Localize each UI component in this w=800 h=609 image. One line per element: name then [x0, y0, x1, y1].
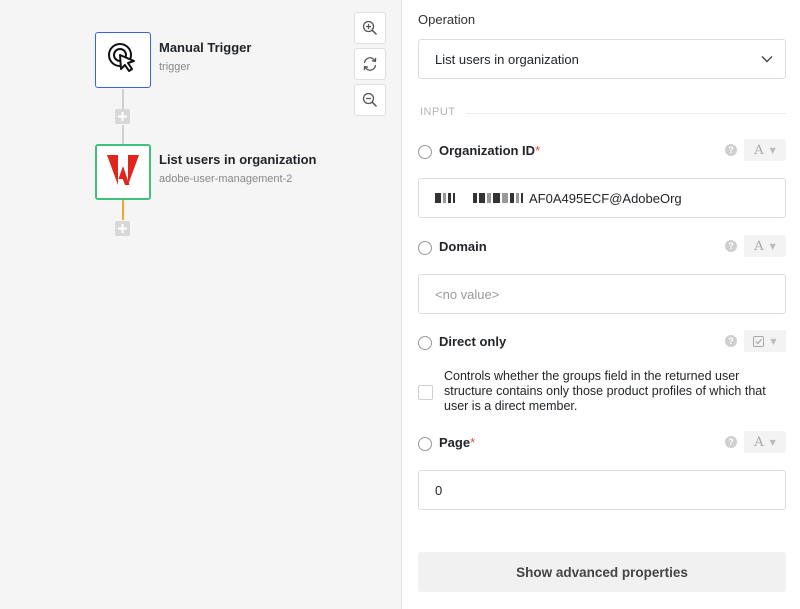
- field-label-text: Page: [439, 434, 471, 450]
- operation-select-value: List users in organization: [435, 51, 579, 67]
- checkbox-type-icon: [753, 335, 765, 347]
- organization-id-label: Organization ID*: [439, 143, 725, 158]
- domain-label: Domain: [439, 238, 487, 254]
- type-select[interactable]: A ▼: [744, 235, 786, 257]
- node-connector: [122, 125, 124, 144]
- zoom-out-icon: [362, 92, 378, 108]
- chevron-down-icon: [761, 56, 773, 63]
- zoom-out-button[interactable]: [354, 84, 386, 116]
- expression-radio[interactable]: [418, 144, 432, 159]
- pointer-click-icon: [107, 42, 139, 79]
- field-label-text: Organization ID: [439, 142, 536, 158]
- help-icon[interactable]: ?: [725, 144, 737, 156]
- expression-radio[interactable]: [418, 240, 432, 255]
- direct-only-checkbox[interactable]: [418, 385, 433, 400]
- node-subtitle: trigger: [159, 61, 191, 73]
- adobe-node-text[interactable]: List users in organization adobe-user-ma…: [159, 152, 316, 185]
- page-input[interactable]: 0: [418, 470, 786, 510]
- plus-icon: [118, 224, 127, 233]
- node-subtitle: adobe-user-management-2: [159, 173, 293, 185]
- domain-input[interactable]: <no value>: [418, 274, 786, 314]
- node-connector: [122, 89, 124, 109]
- chevron-down-icon: ▼: [770, 336, 777, 346]
- chevron-down-icon: ▼: [769, 145, 776, 155]
- node-title: List users in organization: [159, 152, 317, 167]
- page-value: 0: [435, 482, 443, 498]
- text-type-icon: A: [754, 142, 764, 158]
- chevron-down-icon: ▼: [769, 241, 776, 251]
- organization-id-input[interactable]: AF0A495ECF@AdobeOrg: [418, 178, 786, 218]
- expression-radio[interactable]: [418, 335, 432, 350]
- help-icon[interactable]: ?: [725, 436, 737, 448]
- operation-label: Operation: [418, 12, 476, 27]
- workflow-canvas[interactable]: Manual Trigger trigger List users in org…: [0, 0, 402, 609]
- type-select[interactable]: ▼: [744, 330, 786, 352]
- expression-radio[interactable]: [418, 436, 432, 451]
- node-parameters-panel: Operation List users in organization INP…: [403, 0, 800, 609]
- manual-trigger-node-text[interactable]: Manual Trigger trigger: [159, 40, 251, 73]
- direct-only-description: Controls whether the groups field in the…: [444, 369, 766, 413]
- node-connector-active: [122, 200, 124, 220]
- text-type-icon: A: [754, 434, 764, 450]
- required-mark: *: [470, 434, 476, 450]
- organization-id-row: Organization ID* ? A ▼: [418, 139, 786, 161]
- direct-only-label: Direct only: [439, 333, 507, 349]
- plus-icon: [118, 112, 127, 121]
- section-divider: [466, 113, 786, 114]
- manual-trigger-node[interactable]: [95, 32, 151, 88]
- add-node-button[interactable]: [115, 109, 130, 124]
- text-type-icon: A: [754, 238, 764, 254]
- show-advanced-properties-button[interactable]: Show advanced properties: [418, 552, 786, 592]
- direct-only-checkbox-row: Controls whether the groups field in the…: [418, 369, 786, 414]
- help-icon[interactable]: ?: [725, 335, 737, 347]
- adobe-node[interactable]: [95, 144, 151, 200]
- zoom-in-button[interactable]: [354, 12, 386, 44]
- help-icon[interactable]: ?: [725, 240, 737, 252]
- input-section-header: INPUT: [420, 106, 456, 118]
- page-row: Page* ? A ▼: [418, 431, 786, 453]
- required-mark: *: [535, 142, 541, 158]
- operation-select[interactable]: List users in organization: [418, 39, 786, 79]
- reset-view-icon: [363, 57, 377, 71]
- node-title: Manual Trigger: [159, 40, 252, 55]
- type-select[interactable]: A ▼: [744, 139, 786, 161]
- add-node-button[interactable]: [115, 221, 130, 236]
- type-select[interactable]: A ▼: [744, 431, 786, 453]
- zoom-in-icon: [362, 20, 378, 36]
- direct-only-row: Direct only ? ▼: [418, 330, 786, 352]
- page-label: Page*: [439, 435, 725, 450]
- adobe-logo-icon: [107, 154, 139, 190]
- chevron-down-icon: ▼: [769, 437, 776, 447]
- organization-id-value: AF0A495ECF@AdobeOrg: [529, 190, 682, 206]
- domain-placeholder: <no value>: [435, 286, 500, 302]
- reset-view-button[interactable]: [354, 48, 386, 80]
- domain-row: Domain ? A ▼: [418, 235, 786, 257]
- redacted-text: [435, 191, 525, 205]
